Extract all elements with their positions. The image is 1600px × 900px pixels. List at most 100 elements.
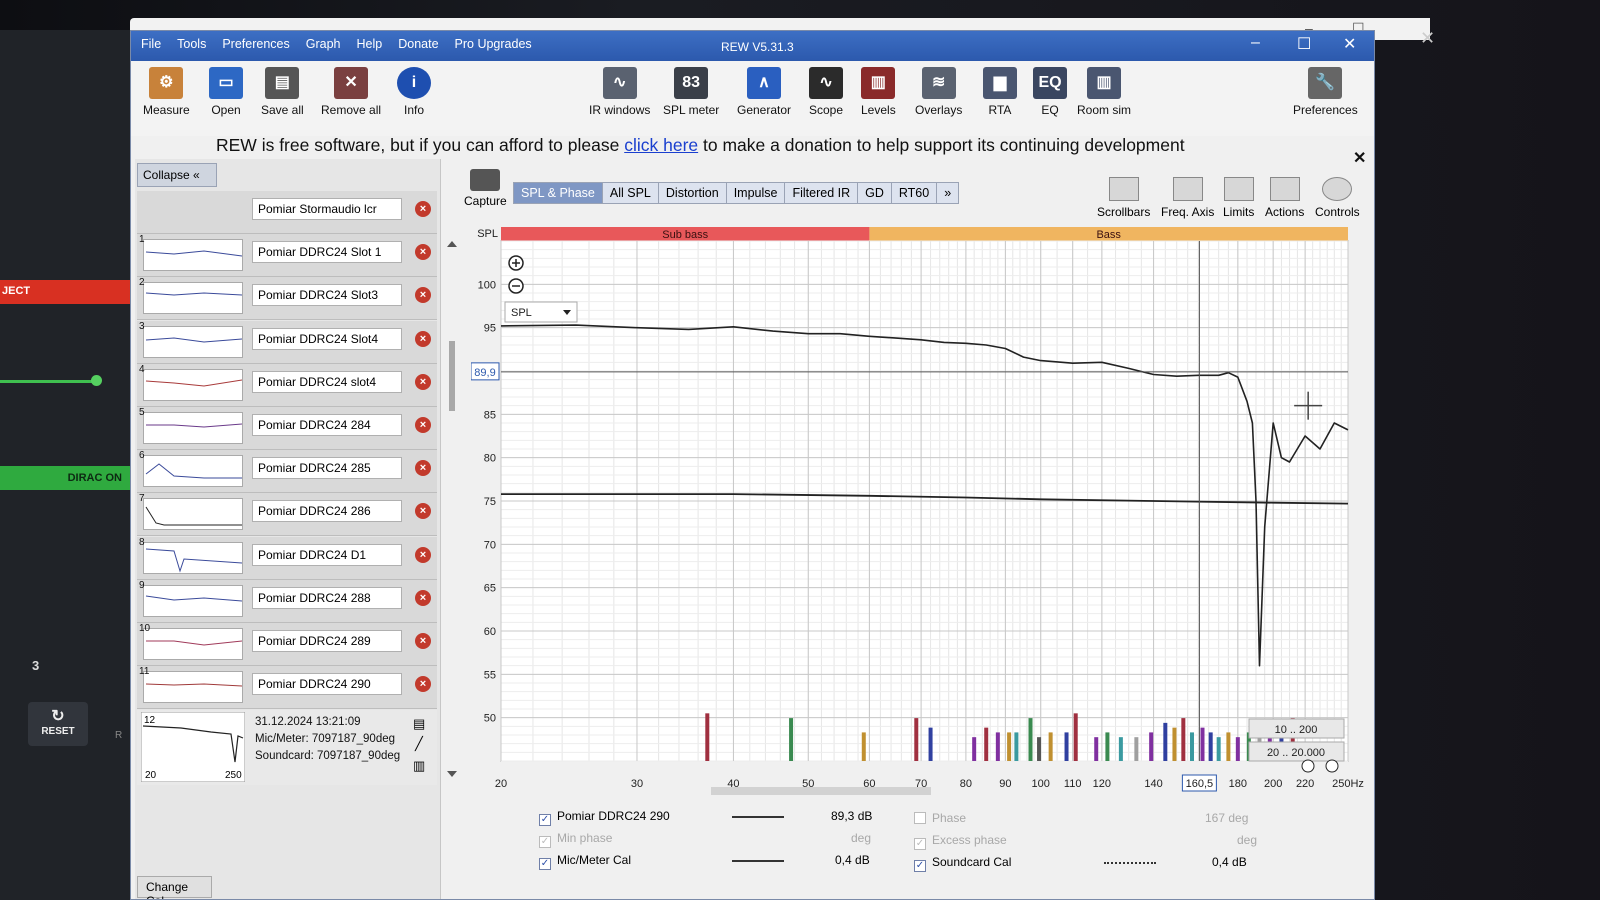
- actions-button[interactable]: Actions: [1265, 177, 1304, 219]
- measurement-scrollbar[interactable]: [445, 241, 459, 781]
- graph-hscroll-thumb[interactable]: [711, 787, 931, 795]
- delete-icon[interactable]: ×: [415, 503, 431, 520]
- checkbox-icon[interactable]: ✓: [539, 858, 551, 870]
- ir-windows-button[interactable]: ∿ IR windows: [589, 67, 650, 117]
- maximize-icon[interactable]: ☐: [1297, 34, 1311, 54]
- menu-pro-upgrades[interactable]: Pro Upgrades: [455, 37, 532, 51]
- spl-graph[interactable]: Sub bass Bass 50 55 60 65 70 75 80 85 95 100 SPL 20 30…: [471, 219, 1371, 799]
- menu-donate[interactable]: Donate: [398, 37, 438, 51]
- menu-tools[interactable]: Tools: [177, 37, 206, 51]
- menu-graph[interactable]: Graph: [306, 37, 341, 51]
- legend-row-mic-cal[interactable]: ✓ Mic/Meter Cal: [539, 853, 631, 870]
- donation-close-icon[interactable]: ✕: [1353, 148, 1366, 168]
- info-button[interactable]: i Info: [397, 67, 431, 117]
- notes-icon[interactable]: ▥: [413, 758, 425, 774]
- delete-icon[interactable]: ×: [415, 330, 431, 347]
- eq-button[interactable]: EQ EQ: [1033, 67, 1067, 117]
- measurement-row[interactable]: 1 Pomiar DDRC24 Slot 1 ×: [137, 234, 437, 278]
- measurement-name-field[interactable]: Pomiar DDRC24 290: [252, 673, 402, 696]
- scrollbars-button[interactable]: Scrollbars: [1097, 177, 1150, 219]
- measurement-name-field[interactable]: Pomiar DDRC24 Slot 1: [252, 241, 402, 264]
- measurement-name-field[interactable]: Pomiar DDRC24 288: [252, 586, 402, 609]
- menu-preferences[interactable]: Preferences: [222, 37, 289, 51]
- remove-all-button[interactable]: ✕ Remove all: [321, 67, 381, 117]
- legend-row-soundcard-cal[interactable]: ✓ Soundcard Cal: [914, 855, 1011, 872]
- measure-button[interactable]: ⚙ Measure: [143, 67, 190, 117]
- scroll-thumb[interactable]: [449, 341, 455, 411]
- measurement-name-field[interactable]: Pomiar DDRC24 slot4: [252, 370, 402, 393]
- measurement-row[interactable]: Pomiar Stormaudio lcr ×: [137, 191, 437, 234]
- tab-[interactable]: »: [936, 182, 960, 204]
- measurement-row[interactable]: 4 Pomiar DDRC24 slot4 ×: [137, 363, 437, 407]
- levels-button[interactable]: ▥ Levels: [861, 67, 896, 117]
- overlays-button[interactable]: ≋ Overlays: [915, 67, 962, 117]
- controls-button[interactable]: Controls: [1315, 177, 1360, 219]
- menu-file[interactable]: File: [141, 37, 161, 51]
- checkbox-icon[interactable]: ✓: [539, 836, 551, 848]
- capture-button[interactable]: Capture: [464, 169, 507, 208]
- tab-filtered-ir[interactable]: Filtered IR: [784, 182, 859, 204]
- collapse-button[interactable]: Collapse «: [137, 163, 217, 187]
- tab-distortion[interactable]: Distortion: [657, 182, 727, 204]
- tab-gd[interactable]: GD: [857, 182, 892, 204]
- preferences-button[interactable]: 🔧 Preferences: [1293, 67, 1358, 117]
- edit-icon[interactable]: ╱: [415, 736, 423, 752]
- legend-row-excess-phase[interactable]: ✓ Excess phase: [914, 833, 1007, 850]
- save-all-button[interactable]: ▤ Save all: [261, 67, 304, 117]
- measurement-row[interactable]: 2 Pomiar DDRC24 Slot3 ×: [137, 277, 437, 321]
- measurement-row[interactable]: 3 Pomiar DDRC24 Slot4 ×: [137, 320, 437, 364]
- delete-icon[interactable]: ×: [415, 633, 431, 649]
- scroll-up-icon[interactable]: [447, 241, 457, 247]
- donation-link[interactable]: click here: [624, 135, 698, 155]
- measurement-name-field[interactable]: Pomiar DDRC24 Slot3: [252, 284, 402, 307]
- measurement-name-field[interactable]: Pomiar DDRC24 285: [252, 457, 402, 480]
- measurement-name-field[interactable]: Pomiar DDRC24 Slot4: [252, 327, 402, 350]
- tab-impulse[interactable]: Impulse: [725, 182, 786, 204]
- menu-help[interactable]: Help: [357, 37, 383, 51]
- tab-rt60[interactable]: RT60: [890, 182, 938, 204]
- tab-all-spl[interactable]: All SPL: [601, 182, 659, 204]
- measurement-row[interactable]: 7 Pomiar DDRC24 286 ×: [137, 493, 437, 537]
- outer-close-icon[interactable]: ✕: [1420, 28, 1435, 49]
- delete-icon[interactable]: ×: [415, 244, 431, 261]
- delete-icon[interactable]: ×: [415, 287, 431, 304]
- delete-icon[interactable]: ×: [415, 201, 431, 217]
- checkbox-icon[interactable]: ✓: [914, 838, 926, 850]
- tab-spl-phase[interactable]: SPL & Phase: [513, 182, 603, 204]
- x-zoom-out-icon[interactable]: [1301, 759, 1315, 773]
- delete-icon[interactable]: ×: [415, 676, 431, 693]
- legend-row-min-phase[interactable]: ✓ Min phase: [539, 831, 612, 848]
- delete-icon[interactable]: ×: [415, 460, 431, 477]
- background-slider[interactable]: [0, 380, 96, 383]
- delete-icon[interactable]: ×: [415, 589, 431, 606]
- measurement-name-field[interactable]: Pomiar Stormaudio lcr: [252, 198, 402, 220]
- change-cal-button[interactable]: Change Cal...: [137, 876, 212, 899]
- measurement-name-field[interactable]: Pomiar DDRC24 284: [252, 414, 402, 436]
- legend-row-measurement[interactable]: ✓ Pomiar DDRC24 290: [539, 809, 670, 826]
- measurement-name-field[interactable]: Pomiar DDRC24 289: [252, 630, 402, 652]
- scope-button[interactable]: ∿ Scope: [809, 67, 843, 117]
- measurement-name-field[interactable]: Pomiar DDRC24 D1: [252, 543, 402, 566]
- background-reset-button[interactable]: ↻ RESET: [28, 702, 88, 746]
- close-icon[interactable]: ✕: [1343, 34, 1356, 54]
- legend-row-phase[interactable]: Phase: [914, 811, 966, 825]
- rta-button[interactable]: ▆ RTA: [983, 67, 1017, 117]
- checkbox-icon[interactable]: ✓: [539, 814, 551, 826]
- measurement-row[interactable]: 6 Pomiar DDRC24 285 ×: [137, 450, 437, 494]
- minimize-icon[interactable]: –: [1251, 34, 1260, 52]
- checkbox-icon[interactable]: ✓: [914, 860, 926, 872]
- measurement-row[interactable]: 11 Pomiar DDRC24 290 ×: [137, 666, 437, 710]
- checkbox-icon[interactable]: [914, 812, 926, 824]
- room-sim-button[interactable]: ▥ Room sim: [1077, 67, 1131, 117]
- open-button[interactable]: ▭ Open: [209, 67, 243, 117]
- save-icon[interactable]: ▤: [413, 716, 425, 732]
- measurement-row[interactable]: 8 Pomiar DDRC24 D1 ×: [137, 536, 437, 580]
- scroll-down-icon[interactable]: [447, 771, 457, 777]
- delete-icon[interactable]: ×: [415, 417, 431, 433]
- delete-icon[interactable]: ×: [415, 546, 431, 563]
- spl-meter-button[interactable]: 83 SPL meter: [663, 67, 719, 117]
- measurement-row[interactable]: 9 Pomiar DDRC24 288 ×: [137, 579, 437, 623]
- measurement-name-field[interactable]: Pomiar DDRC24 286: [252, 500, 402, 523]
- freq-axis-button[interactable]: Freq. Axis: [1161, 177, 1214, 219]
- background-slider-knob[interactable]: [91, 375, 102, 386]
